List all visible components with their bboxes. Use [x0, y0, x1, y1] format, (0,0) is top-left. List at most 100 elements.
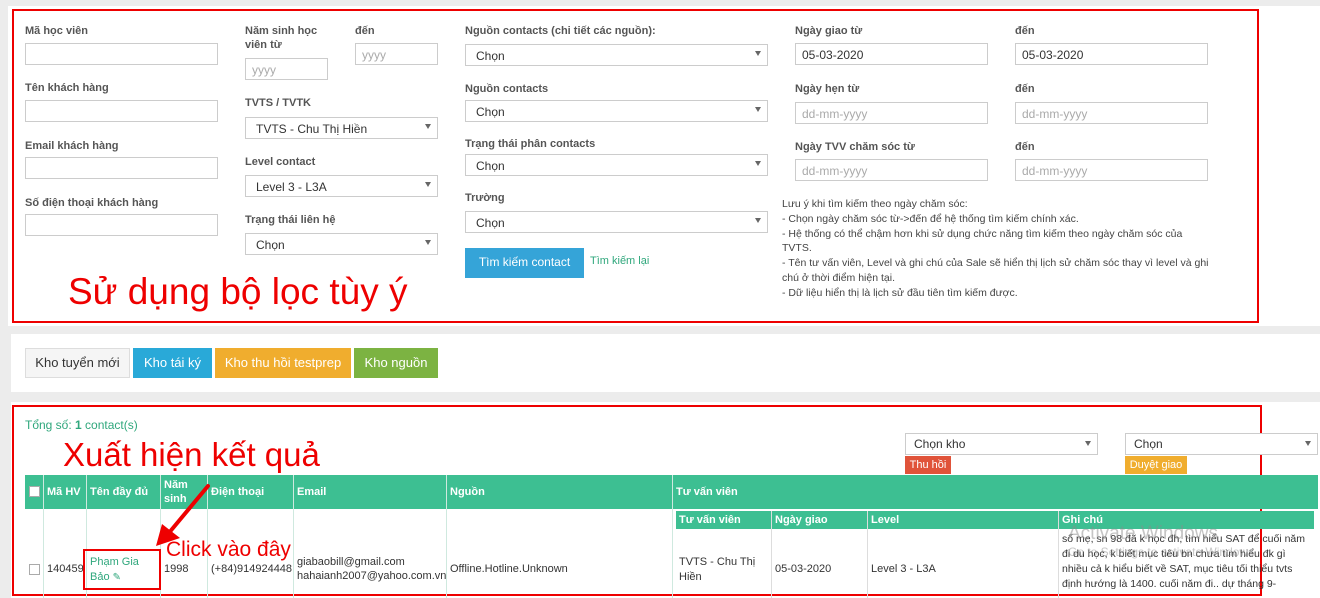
chevron-down-icon	[755, 218, 761, 223]
row-checkbox[interactable]	[29, 564, 40, 575]
ma-hoc-vien-label: Mã học viên	[25, 25, 88, 37]
chevron-down-icon	[425, 182, 431, 187]
level-contact-select[interactable]: Level 3 - L3A	[245, 175, 438, 197]
total-prefix: Tổng số:	[25, 418, 76, 432]
reset-search-link[interactable]: Tìm kiếm lại	[590, 255, 649, 267]
nam-sinh-den-input[interactable]: yyyy	[355, 43, 438, 65]
column-divider	[672, 475, 673, 598]
note-line: - Tên tư vấn viên, Level và ghi chú của …	[782, 257, 1209, 270]
chevron-down-icon	[425, 240, 431, 245]
ngay-hen-den-label: đến	[1015, 83, 1035, 95]
tvts-select[interactable]: TVTS - Chu Thị Hiền	[245, 117, 438, 139]
ma-hoc-vien-input[interactable]	[25, 43, 218, 65]
search-notes: Lưu ý khi tìm kiếm theo ngày chăm sóc: -…	[782, 197, 1232, 301]
tab-kho-thu-hoi-testprep[interactable]: Kho thu hồi testprep	[215, 348, 351, 378]
nguon-chi-tiet-value: Chọn	[476, 49, 505, 63]
chevron-down-icon	[1085, 441, 1091, 446]
ngay-giao-den-label: đến	[1015, 25, 1035, 37]
header-tu-van-vien: Tư vấn viên	[676, 486, 738, 498]
trang-thai-phan-select[interactable]: Chọn	[465, 154, 768, 176]
tab-kho-nguon[interactable]: Kho nguồn	[354, 348, 438, 378]
cell-dien-thoai: (+84)914924448	[211, 563, 293, 575]
ngay-tvv-tu-label: Ngày TVV chăm sóc từ	[795, 141, 915, 153]
watermark-line-2: Go to Settings to activate Windows.	[1068, 545, 1258, 559]
duyet-giao-button[interactable]: Duyệt giao	[1125, 456, 1187, 474]
cell-email-2: hahaianh2007@yahoo.com.vn	[297, 570, 447, 582]
header-nguon: Nguồn	[450, 486, 485, 498]
total-count: 1	[75, 418, 82, 432]
trang-thai-phan-value: Chọn	[476, 159, 505, 173]
chevron-down-icon	[755, 107, 761, 112]
ngay-tvv-den-label: đến	[1015, 141, 1035, 153]
chevron-down-icon	[425, 124, 431, 129]
activate-windows-watermark: Activate Windows Go to Settings to activ…	[1068, 523, 1257, 559]
tab-kho-tuyen-moi[interactable]: Kho tuyển mới	[25, 348, 130, 378]
cell-nam-sinh: 1998	[164, 563, 189, 575]
ten-khach-hang-input[interactable]	[25, 100, 218, 122]
chevron-down-icon	[1305, 441, 1311, 446]
ngay-giao-den-input[interactable]: 05-03-2020	[1015, 43, 1208, 65]
column-divider	[43, 475, 44, 598]
ngay-giao-tu-input[interactable]: 05-03-2020	[795, 43, 988, 65]
ngay-hen-tu-input[interactable]: dd-mm-yyyy	[795, 102, 988, 124]
subheader-level: Level	[871, 514, 900, 526]
cell-email-1: giabaobill@gmail.com	[297, 556, 405, 568]
select-all-checkbox[interactable]	[29, 486, 40, 497]
ngay-tvv-tu-input[interactable]: dd-mm-yyyy	[795, 159, 988, 181]
note-line: Lưu ý khi tìm kiếm theo ngày chăm sóc:	[782, 198, 968, 210]
ten-khach-hang-label: Tên khách hàng	[25, 82, 109, 94]
column-divider	[867, 511, 868, 598]
level-contact-label: Level contact	[245, 156, 316, 168]
ngay-hen-den-input[interactable]: dd-mm-yyyy	[1015, 102, 1208, 124]
trang-thai-lien-he-select[interactable]: Chọn	[245, 233, 438, 255]
cell-ma-hv: 140459	[47, 563, 84, 575]
note-line: - Hệ thống có thể chậm hơn khi sử dụng c…	[782, 227, 1183, 240]
ngay-hen-tu-label: Ngày hẹn từ	[795, 83, 860, 95]
cell-nguon: Offline.Hotline.Unknown	[450, 563, 568, 575]
result-annotation-caption: Xuất hiện kết quả	[63, 436, 320, 473]
column-divider	[1058, 511, 1059, 598]
click-highlight-box	[83, 549, 161, 590]
total-suffix: contact(s)	[81, 418, 138, 432]
note-line: TVTS.	[782, 242, 812, 255]
nam-sinh-tu-input[interactable]: yyyy	[245, 58, 328, 80]
trang-thai-lien-he-value: Chọn	[256, 238, 285, 252]
note-line: - Chọn ngày chăm sóc từ->đến để hệ thống…	[782, 212, 1079, 225]
truong-value: Chọn	[476, 216, 505, 230]
column-divider	[293, 475, 294, 598]
email-khach-hang-label: Email khách hàng	[25, 140, 119, 152]
nguon-contacts-select[interactable]: Chọn	[465, 100, 768, 122]
truong-select[interactable]: Chọn	[465, 211, 768, 233]
level-contact-value: Level 3 - L3A	[256, 180, 327, 194]
click-annotation-caption: Click vào đây	[166, 538, 291, 561]
note-line: - Dữ liệu hiển thị là lịch sử đầu tiên t…	[782, 286, 1018, 299]
duyet-select-value: Chọn	[1134, 437, 1163, 451]
header-email: Email	[297, 486, 327, 498]
so-dien-thoai-label: Số điện thoại khách hàng	[25, 197, 159, 209]
tvts-label: TVTS / TVTK	[245, 97, 311, 109]
nguon-chi-tiet-select[interactable]: Chọn	[465, 44, 768, 66]
trang-thai-lien-he-label: Trạng thái liên hệ	[245, 214, 336, 226]
nguon-contacts-value: Chọn	[476, 105, 505, 119]
search-contact-button[interactable]: Tìm kiếm contact	[465, 248, 584, 278]
filter-annotation-caption: Sử dụng bộ lọc tùy ý	[68, 271, 408, 312]
header-ten: Tên đầy đủ	[90, 486, 149, 498]
duyet-select[interactable]: Chọn	[1125, 433, 1318, 455]
ngay-tvv-den-input[interactable]: dd-mm-yyyy	[1015, 159, 1208, 181]
ngay-giao-tu-label: Ngày giao từ	[795, 25, 863, 37]
thu-hoi-button[interactable]: Thu hồi	[905, 456, 951, 474]
truong-label: Trường	[465, 192, 505, 204]
trang-thai-phan-label: Trạng thái phân contacts	[465, 138, 596, 150]
cell-level: Level 3 - L3A	[871, 563, 936, 575]
subheader-tvv: Tư vấn viên	[679, 514, 741, 526]
email-khach-hang-input[interactable]	[25, 157, 218, 179]
total-count-text: Tổng số: 1 contact(s)	[25, 418, 138, 432]
cell-ngay-giao: 05-03-2020	[775, 563, 832, 575]
kho-select-value: Chọn kho	[914, 437, 966, 451]
nguon-contacts-label: Nguồn contacts	[465, 83, 549, 95]
so-dien-thoai-input[interactable]	[25, 214, 218, 236]
column-divider	[771, 511, 772, 598]
tab-kho-tai-ky[interactable]: Kho tái ký	[133, 348, 212, 378]
nam-sinh-den-label: đến	[355, 25, 375, 37]
kho-select[interactable]: Chọn kho	[905, 433, 1098, 455]
